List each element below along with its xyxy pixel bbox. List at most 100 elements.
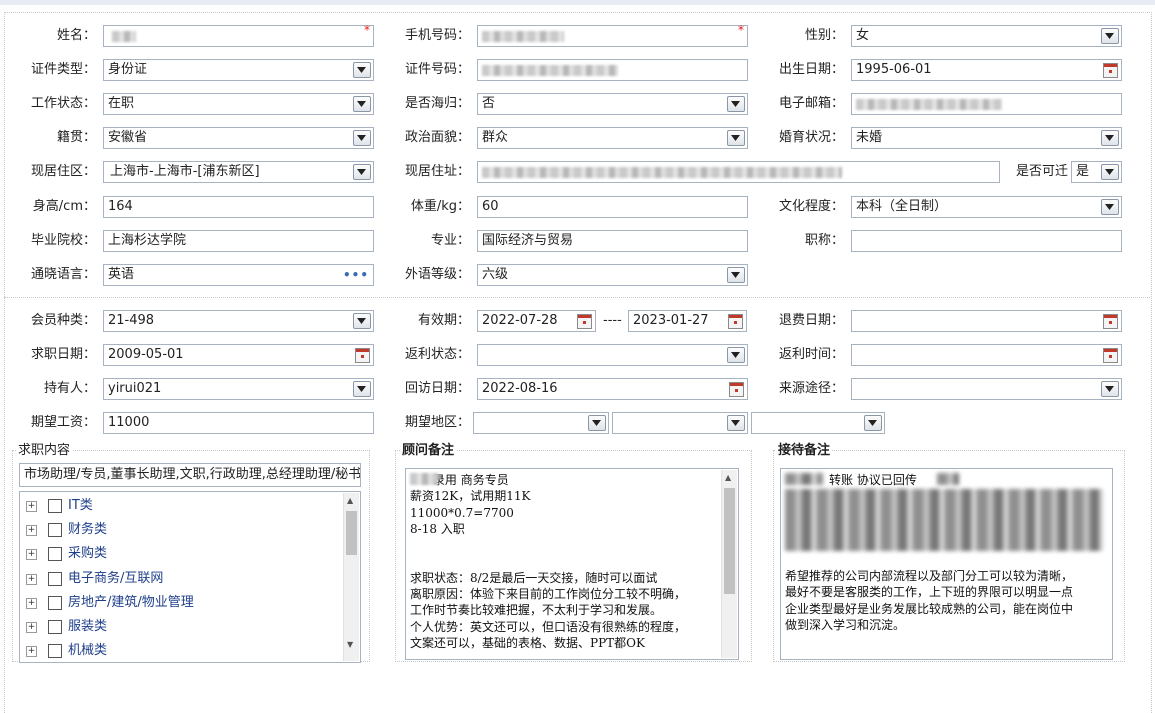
calendar-icon[interactable] (728, 314, 743, 329)
job-date-input[interactable]: 2009-05-01 (103, 344, 374, 366)
gender-select[interactable]: 女 (851, 25, 1122, 47)
chevron-down-icon[interactable] (727, 96, 745, 112)
height-input[interactable]: 164 (103, 196, 374, 218)
tree-item-label: 房地产/建筑/物业管理 (68, 594, 194, 610)
chevron-down-icon[interactable] (727, 347, 745, 363)
education-select[interactable]: 本科（全日制） (851, 196, 1122, 218)
job-content-title: 求职内容 (16, 442, 73, 460)
birth-date-input[interactable]: 1995-06-01 (851, 59, 1122, 81)
returnee-select[interactable]: 否 (477, 93, 748, 115)
email-input[interactable] (851, 93, 1122, 115)
phone-input[interactable]: * (477, 23, 748, 47)
chevron-down-icon[interactable] (353, 62, 371, 78)
advisor-notes-scrollbar[interactable]: ▲ (721, 470, 737, 658)
expand-icon[interactable]: + (26, 549, 37, 561)
chevron-down-icon[interactable] (864, 415, 882, 431)
holder-value: yirui021 (108, 381, 162, 396)
work-status-select[interactable]: 在职 (103, 93, 374, 115)
school-value: 上海杉达学院 (108, 233, 187, 248)
refund-date-input[interactable] (851, 310, 1122, 332)
chevron-down-icon[interactable] (727, 130, 745, 146)
relocate-select[interactable]: 是 (1071, 161, 1122, 183)
reception-notes-textarea[interactable]: 转账 协议已回传 希望推荐的公司内部流程以及部门分工可以较为清晰， 最好不要是客… (780, 468, 1113, 660)
major-input[interactable]: 国际经济与贸易 (477, 230, 748, 252)
rebate-status-select[interactable] (477, 344, 748, 366)
chevron-down-icon[interactable] (1101, 381, 1119, 397)
chevron-down-icon[interactable] (727, 415, 745, 431)
tree-scrollbar[interactable]: ▲ ▼ (343, 493, 359, 661)
checkbox[interactable] (48, 499, 62, 513)
political-select[interactable]: 群众 (477, 127, 748, 149)
scroll-down-icon[interactable]: ▼ (347, 641, 353, 649)
chevron-down-icon[interactable] (353, 164, 371, 180)
school-input[interactable]: 上海杉达学院 (103, 230, 374, 252)
chevron-down-icon[interactable] (588, 415, 606, 431)
native-place-select[interactable]: 安徽省 (103, 127, 374, 149)
chevron-down-icon[interactable] (353, 130, 371, 146)
calendar-icon[interactable] (1103, 63, 1118, 78)
advisor-notes-textarea[interactable]: 录用 商务专员 薪资12K，试用期11K 11000*0.7=7700 8-18… (405, 468, 739, 660)
scroll-thumb[interactable] (346, 511, 357, 555)
chevron-down-icon[interactable] (1101, 130, 1119, 146)
expand-icon[interactable]: + (26, 525, 37, 537)
region-city-select[interactable] (612, 412, 748, 434)
calendar-icon[interactable] (577, 314, 592, 329)
education-value: 本科（全日制） (856, 199, 948, 214)
calendar-icon[interactable] (1103, 348, 1118, 363)
gender-value: 女 (856, 28, 870, 43)
top-bar (0, 0, 1155, 5)
calendar-icon[interactable] (355, 348, 370, 363)
revisit-date-input[interactable]: 2022-08-16 (477, 378, 748, 400)
ellipsis-icon[interactable]: ••• (343, 268, 369, 282)
region-province-select[interactable] (473, 412, 609, 434)
region-district-select[interactable] (751, 412, 885, 434)
lang-level-value: 六级 (482, 267, 509, 282)
checkbox[interactable] (48, 571, 62, 586)
job-content-summary[interactable]: 市场助理/专员,董事长助理,文职,行政助理,总经理助理/秘书 (19, 463, 361, 487)
chevron-down-icon[interactable] (353, 381, 371, 397)
residence-area-select[interactable]: 上海市-上海市-[浦东新区] (103, 161, 374, 183)
marital-label: 婚育状况： (778, 130, 844, 145)
expand-icon[interactable]: + (26, 597, 37, 609)
category-tree[interactable]: + IT类 + 财务类 + 采购类 + 电子商务/互联网 + 房地产/建筑/物业管理 + 服装类 + 机械… (19, 491, 361, 663)
name-input[interactable]: * (103, 23, 374, 47)
weight-input[interactable]: 60 (477, 196, 748, 218)
calendar-icon[interactable] (1103, 314, 1118, 329)
checkbox[interactable] (48, 644, 62, 659)
checkbox[interactable] (48, 523, 62, 538)
chevron-down-icon[interactable] (353, 313, 371, 329)
scroll-up-icon[interactable]: ▲ (725, 474, 731, 482)
checkbox[interactable] (48, 595, 62, 610)
marital-select[interactable]: 未婚 (851, 127, 1122, 149)
birth-date-label: 出生日期： (778, 62, 844, 77)
id-number-input[interactable] (477, 59, 748, 81)
rebate-time-input[interactable] (851, 344, 1122, 366)
checkbox[interactable] (48, 620, 62, 634)
section-divider (4, 297, 1150, 298)
holder-select[interactable]: yirui021 (103, 378, 374, 400)
checkbox[interactable] (48, 547, 62, 562)
expand-icon[interactable]: + (26, 501, 37, 512)
language-input[interactable]: 英语 ••• (103, 264, 374, 286)
chevron-down-icon[interactable] (1101, 28, 1119, 44)
validity-start-input[interactable]: 2022-07-28 (477, 310, 596, 332)
title-input[interactable] (851, 230, 1122, 252)
chevron-down-icon[interactable] (353, 96, 371, 112)
source-select[interactable] (851, 378, 1122, 400)
expand-icon[interactable]: + (26, 622, 37, 633)
lang-level-select[interactable]: 六级 (477, 264, 748, 286)
scroll-up-icon[interactable]: ▲ (347, 497, 353, 505)
calendar-icon[interactable] (729, 382, 744, 397)
weight-label: 体重/kg： (410, 199, 470, 214)
expand-icon[interactable]: + (26, 573, 37, 585)
validity-end-input[interactable]: 2023-01-27 (628, 310, 747, 332)
address-input[interactable] (477, 161, 1000, 183)
marital-value: 未婚 (856, 130, 883, 145)
chevron-down-icon[interactable] (1101, 164, 1119, 180)
salary-input[interactable]: 11000 (103, 412, 374, 434)
chevron-down-icon[interactable] (1101, 199, 1119, 215)
chevron-down-icon[interactable] (727, 267, 745, 283)
scroll-thumb[interactable] (724, 488, 735, 594)
member-type-select[interactable]: 21-498 (103, 310, 374, 332)
id-type-select[interactable]: 身份证 (103, 59, 374, 81)
